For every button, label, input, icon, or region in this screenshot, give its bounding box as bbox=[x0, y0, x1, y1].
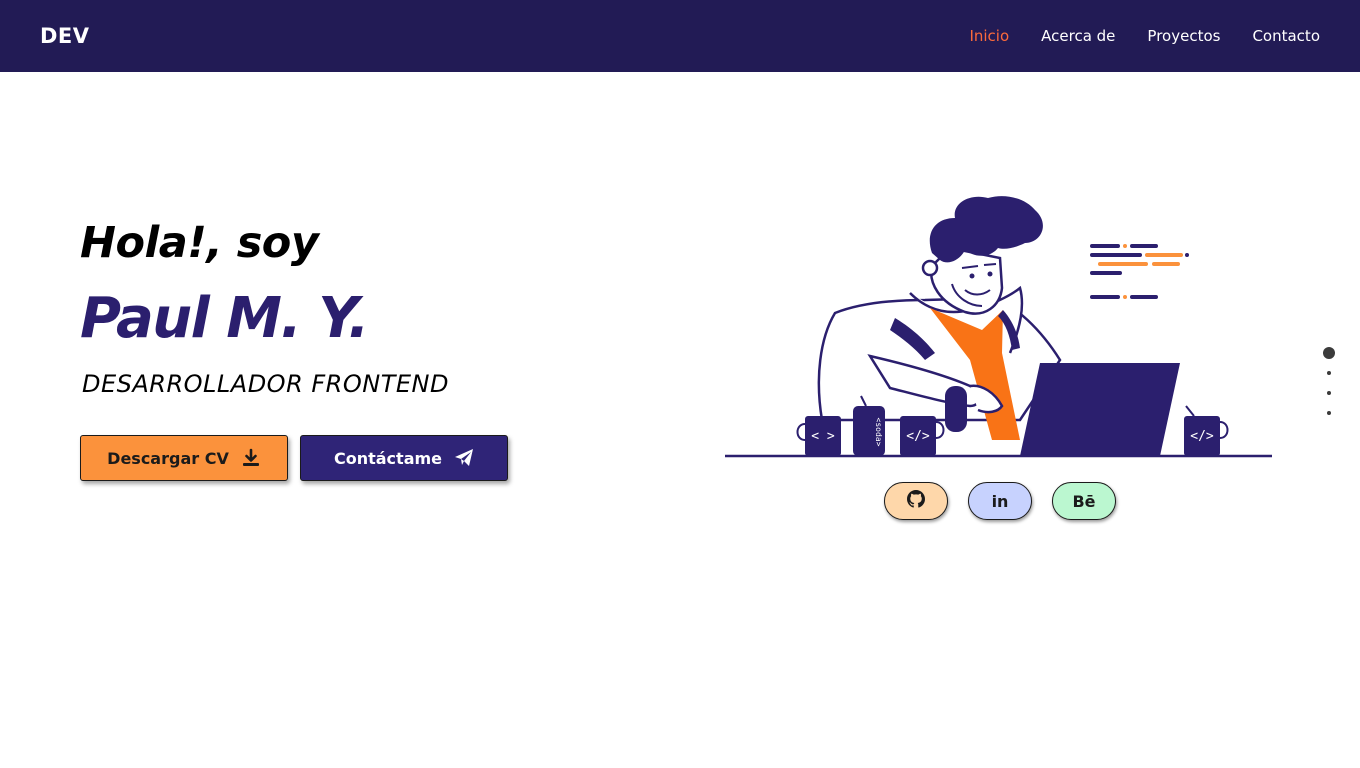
section-dot-2[interactable] bbox=[1327, 371, 1331, 375]
nav-link-acerca-de[interactable]: Acerca de bbox=[1041, 27, 1115, 45]
hero-name: Paul M. Y. bbox=[80, 286, 369, 351]
download-cv-button[interactable]: Descargar CV bbox=[80, 435, 288, 481]
nav-links: Inicio Acerca de Proyectos Contacto bbox=[969, 27, 1320, 45]
behance-icon: Bē bbox=[1072, 491, 1096, 511]
linkedin-icon: in bbox=[991, 491, 1009, 511]
developer-illustration: < > <soda> </> </> bbox=[720, 188, 1280, 463]
nav-link-inicio[interactable]: Inicio bbox=[969, 27, 1009, 45]
hero-role: DESARROLLADOR FRONTEND bbox=[82, 370, 449, 398]
contact-label: Contáctame bbox=[333, 448, 443, 468]
mug-3-label: </> bbox=[1190, 429, 1214, 444]
github-button[interactable] bbox=[884, 482, 948, 520]
code-lines-decoration bbox=[1090, 244, 1189, 299]
linkedin-button[interactable]: in bbox=[968, 482, 1032, 520]
soda-can-label: <soda> bbox=[874, 418, 883, 447]
nav-link-proyectos[interactable]: Proyectos bbox=[1147, 27, 1220, 45]
github-icon bbox=[907, 490, 925, 512]
behance-button[interactable]: Bē bbox=[1052, 482, 1116, 520]
section-dot-3[interactable] bbox=[1327, 391, 1331, 395]
mug-1: < > bbox=[796, 416, 841, 456]
download-cv-label: Descargar CV bbox=[107, 448, 229, 468]
nav-link-contacto[interactable]: Contacto bbox=[1252, 27, 1320, 45]
section-dot-4[interactable] bbox=[1327, 411, 1331, 415]
mug-2: </> bbox=[900, 416, 945, 456]
mug-1-label: < > bbox=[811, 429, 835, 444]
paper-plane-icon bbox=[454, 448, 474, 468]
hero-text: Hola!, soy Paul M. Y. DESARROLLADOR FRON… bbox=[80, 218, 448, 398]
brand-logo[interactable]: DEV bbox=[40, 24, 90, 48]
section-dot-1[interactable] bbox=[1323, 347, 1335, 359]
navbar: DEV Inicio Acerca de Proyectos Contacto bbox=[0, 0, 1360, 72]
hero-greeting: Hola!, soy bbox=[80, 218, 319, 268]
contact-button[interactable]: Contáctame bbox=[300, 435, 508, 481]
mug-3: </> bbox=[1184, 405, 1229, 456]
download-icon bbox=[241, 448, 261, 468]
mug-2-label: </> bbox=[906, 429, 930, 444]
